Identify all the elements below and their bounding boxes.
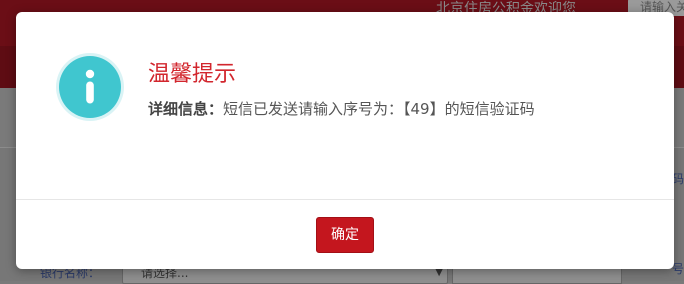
dialog-divider <box>16 199 674 200</box>
dialog-message: 详细信息：短信已发送请输入序号为：【49】的短信验证码 <box>148 98 535 120</box>
detail-label: 详细信息： <box>148 100 224 118</box>
dialog-title: 温馨提示 <box>148 62 237 87</box>
detail-message: 短信已发送请输入序号为：【49】的短信验证码 <box>223 100 535 118</box>
alert-dialog: 温馨提示 详细信息：短信已发送请输入序号为：【49】的短信验证码 确定 <box>16 12 674 269</box>
info-icon <box>56 53 124 121</box>
confirm-button[interactable]: 确定 <box>316 217 374 253</box>
